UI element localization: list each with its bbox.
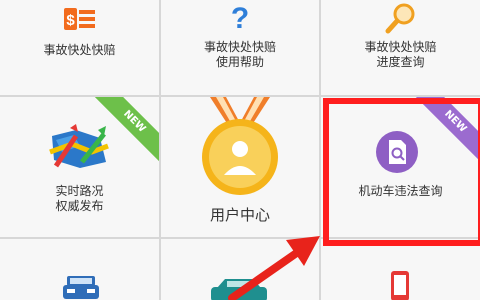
svg-text:$: $ bbox=[66, 12, 75, 29]
quick-claim-label: 事故快处快赔 bbox=[43, 43, 116, 57]
car-icon bbox=[63, 276, 99, 299]
violation-tile[interactable]: NEW 机动车违法查询 bbox=[321, 97, 480, 237]
new-badge: NEW bbox=[409, 97, 480, 168]
phone-icon bbox=[391, 271, 409, 300]
progress-tile[interactable]: 事故快处快赔 进度查询 bbox=[321, 0, 480, 95]
user-center-label: 用户中心 bbox=[209, 206, 270, 224]
medal-user-icon bbox=[202, 97, 278, 195]
document-search-icon bbox=[376, 131, 418, 173]
violation-label: 机动车违法查询 bbox=[358, 184, 443, 198]
money-list-icon: $ bbox=[64, 8, 95, 30]
user-center-tile[interactable]: 用户中心 bbox=[161, 97, 319, 237]
traffic-label: 实时路况 权威发布 bbox=[55, 184, 104, 213]
svg-text:?: ? bbox=[231, 2, 249, 34]
road-map-icon bbox=[49, 124, 109, 168]
progress-label: 事故快处快赔 进度查询 bbox=[364, 40, 437, 69]
app-screen: $ 事故快处快赔 ? 事故快处快赔 使用帮助 事故快处快赔 进度查询 NEW 实… bbox=[0, 0, 480, 300]
pointer-arrow-icon bbox=[228, 236, 320, 300]
traffic-tile[interactable]: NEW 实时路况 权威发布 bbox=[0, 97, 159, 237]
help-label: 事故快处快赔 使用帮助 bbox=[203, 40, 276, 69]
help-tile[interactable]: ? 事故快处快赔 使用帮助 bbox=[161, 0, 319, 95]
magnifier-icon bbox=[385, 3, 415, 34]
quick-claim-tile[interactable]: $ 事故快处快赔 bbox=[0, 0, 159, 95]
phone-tile[interactable] bbox=[321, 239, 480, 300]
question-icon: ? bbox=[231, 2, 249, 34]
vehicle-tile[interactable] bbox=[0, 239, 159, 300]
